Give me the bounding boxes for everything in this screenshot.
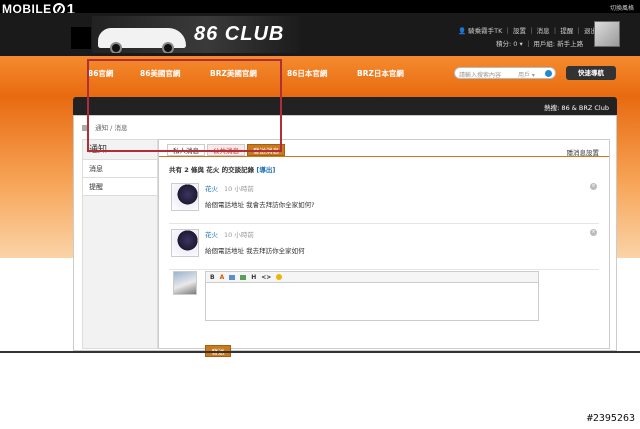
sidebar-item-messages[interactable]: 消息 [83,160,157,178]
user-group: ｜ 用戶組: 新手上路 [524,40,584,48]
quote-icon[interactable]: H [251,274,256,281]
watermark: #2395263 [586,413,635,424]
hot-search[interactable]: 熱搜: 86 & BRZ Club [544,102,609,112]
sender-name[interactable]: 花火 [205,185,218,193]
message-time: 10 小時前 [224,185,254,193]
reply-editor[interactable]: B A H <> [205,271,539,321]
username-link[interactable]: 騎乘霧手TK [468,27,502,35]
banner-title: 86 CLUB [194,23,285,45]
list-item: 花火 10 小時前 給個電話地址 我會去拜訪你全家如何? × [169,180,599,224]
quick-nav-button[interactable]: 快速導航 [566,66,616,80]
switch-style-link[interactable]: 切換風格 [610,3,634,12]
tabs-divider [159,156,609,157]
points-dropdown[interactable]: 積分: 0 ▾ [496,40,523,48]
code-icon[interactable]: <> [261,274,271,281]
top-black-bar: MOBILE 1 切換風格 [0,0,640,18]
my-avatar [173,271,197,295]
list-item: 花火 10 小時前 給個電話地址 我去拜訪你全家如何 × [169,226,599,270]
nav-brz-jp[interactable]: BRZ日本官網 [357,68,404,79]
site-header: 86 CLUB 👤 騎乘霧手TK ｜ 設置 ｜ 消息 ｜ 提醒 ｜ 退出 積分:… [0,13,640,56]
font-color-icon[interactable]: A [220,274,225,281]
search-placeholder: 請輸入搜索內容 [459,72,502,79]
search-input[interactable]: 請輸入搜索內容 用戶 ▾ [454,67,556,79]
search-scope-select[interactable]: 用戶 ▾ [518,70,535,79]
video-icon[interactable] [240,274,247,280]
divider [0,351,640,353]
nav-86-jp[interactable]: 86日本官網 [287,68,327,79]
message-text: 給個電話地址 我去拜訪你全家如何 [205,247,305,255]
export-link[interactable]: [導出] [256,166,275,174]
redacted-box [71,27,91,49]
sender-avatar[interactable] [171,183,199,211]
message-text: 給個電話地址 我會去拜訪你全家如何? [205,201,315,209]
wheel-icon [110,42,122,53]
86-club-banner[interactable]: 86 CLUB [92,16,300,53]
message-area: 私人消息 公共消息 發送消息 隱消息設置 共有 2 條與 花火 的交談記錄 [導出]… [158,139,610,357]
sender-name[interactable]: 花火 [205,231,218,239]
conversation-summary: 共有 2 條與 花火 的交談記錄 [導出] [169,166,276,174]
bold-icon[interactable]: B [210,274,215,281]
search-icon[interactable] [545,70,552,77]
wheel-icon [162,42,174,53]
close-icon[interactable]: × [590,229,597,236]
sidebar: 通知 消息 提醒 [82,139,158,349]
sidebar-item-reminders[interactable]: 提醒 [83,178,157,196]
user-links[interactable]: ｜ 設置 ｜ 消息 ｜ 提醒 ｜ 退出 [504,27,596,35]
sender-avatar[interactable] [171,229,199,257]
smiley-icon[interactable] [276,274,283,280]
image-icon[interactable] [229,274,236,280]
close-icon[interactable]: × [590,183,597,190]
user-icon: 👤 [458,27,467,35]
message-time: 10 小時前 [224,231,254,239]
user-avatar[interactable] [594,21,620,47]
editor-toolbar: B A H <> [206,272,538,283]
highlight-box [87,59,282,152]
user-area: 👤 騎乘霧手TK ｜ 設置 ｜ 消息 ｜ 提醒 ｜ 退出 積分: 0 ▾ ｜ 用… [458,25,597,51]
